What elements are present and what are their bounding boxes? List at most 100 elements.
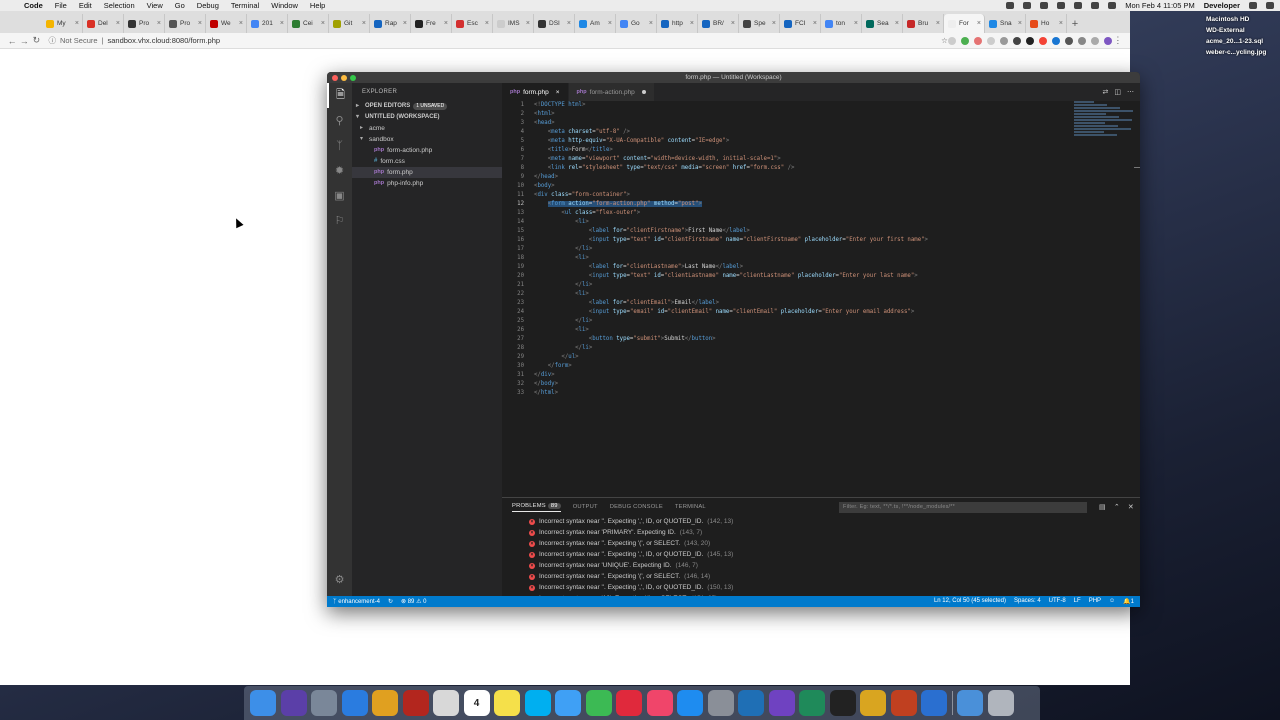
- extension-icon[interactable]: [1038, 36, 1047, 45]
- volume-icon[interactable]: [1108, 2, 1117, 9]
- close-tab-icon[interactable]: ×: [75, 20, 79, 27]
- edge-icon[interactable]: [921, 690, 947, 716]
- browser-tab[interactable]: Pro ×: [124, 14, 165, 33]
- problem-item[interactable]: × Incorrect syntax near 'PRIMARY'. Expect…: [502, 527, 1140, 538]
- close-tab-icon[interactable]: ×: [567, 20, 571, 27]
- info-icon[interactable]: ⓘ: [49, 35, 57, 46]
- finder-icon[interactable]: [250, 690, 276, 716]
- close-tab-icon[interactable]: ×: [936, 20, 940, 27]
- github-desktop-icon[interactable]: [768, 690, 795, 716]
- close-tab-icon[interactable]: ×: [280, 20, 284, 27]
- apple-icon[interactable]: [6, 2, 14, 10]
- back-icon[interactable]: ←: [6, 36, 18, 46]
- editor-tab[interactable]: php form.php ×: [502, 83, 569, 101]
- calendar-icon[interactable]: 4: [463, 690, 490, 716]
- launchpad-icon[interactable]: [311, 690, 337, 716]
- skype-icon[interactable]: [524, 690, 551, 716]
- cloud-icon[interactable]: [1023, 2, 1032, 9]
- notification-center-icon[interactable]: [1266, 2, 1274, 9]
- stickies-icon[interactable]: [494, 690, 520, 716]
- close-tab-icon[interactable]: ×: [854, 20, 858, 27]
- close-tab-icon[interactable]: ×: [239, 20, 243, 27]
- desktop-item[interactable]: weber-c...ycling.jpg: [1206, 47, 1278, 58]
- split-editor-icon[interactable]: ◫: [1114, 88, 1121, 96]
- user-name[interactable]: Developer: [1204, 1, 1240, 10]
- browser-tab[interactable]: Sna ×: [985, 14, 1026, 33]
- folder-sandbox[interactable]: ▾ sandbox: [352, 134, 502, 145]
- workspace-section[interactable]: ▾ UNTITLED (WORKSPACE): [352, 112, 502, 123]
- browser-tab[interactable]: http ×: [657, 14, 698, 33]
- browser-tab[interactable]: Del ×: [83, 14, 124, 33]
- open-editors-section[interactable]: ▸ OPEN EDITORS 1 UNSAVED: [352, 101, 502, 112]
- menu-item-selection[interactable]: Selection: [104, 1, 135, 10]
- tab-terminal[interactable]: TERMINAL: [675, 504, 706, 510]
- browser-tab[interactable]: Fre ×: [411, 14, 452, 33]
- new-tab-button[interactable]: +: [1067, 14, 1083, 33]
- desktop-item[interactable]: acme_20...1-23.sql: [1206, 36, 1278, 47]
- sync-icon[interactable]: ↻: [388, 598, 393, 605]
- file-form-php[interactable]: php form.php: [352, 167, 502, 178]
- browser-tab[interactable]: Rap ×: [370, 14, 411, 33]
- problem-item[interactable]: × Incorrect syntax near ''. Expecting '('…: [502, 571, 1140, 582]
- trash-icon[interactable]: [987, 690, 1014, 716]
- browser-tab[interactable]: For ×: [944, 14, 985, 33]
- problems-filter-input[interactable]: Filter. Eg: text, **/*.ts, !**/node_modu…: [839, 501, 1088, 513]
- desktop-item[interactable]: WD-External: [1206, 25, 1278, 36]
- encoding[interactable]: UTF-8: [1049, 598, 1066, 605]
- tab-problems[interactable]: PROBLEMS 89: [512, 502, 561, 512]
- flask-icon[interactable]: ⚐: [327, 208, 352, 233]
- menu-item-terminal[interactable]: Terminal: [231, 1, 259, 10]
- browser-tab[interactable]: Spe ×: [739, 14, 780, 33]
- terminal-icon[interactable]: [829, 690, 856, 716]
- notes-paper-icon[interactable]: [433, 690, 459, 716]
- editor-tab[interactable]: php form-action.php: [568, 83, 655, 101]
- close-tab-icon[interactable]: ×: [977, 20, 981, 27]
- close-tab-icon[interactable]: ×: [362, 20, 366, 27]
- file-php-info-php[interactable]: php php-info.php: [352, 178, 502, 189]
- messages-icon[interactable]: [555, 690, 581, 716]
- cursor-position[interactable]: Ln 12, Col 50 (45 selected): [934, 598, 1006, 605]
- dropbox-icon[interactable]: [1006, 2, 1015, 9]
- browser-tab[interactable]: Pro ×: [165, 14, 206, 33]
- source-control-icon[interactable]: ᛉ: [327, 133, 352, 158]
- timemachine-icon[interactable]: [1057, 2, 1066, 9]
- extension-icon[interactable]: [973, 36, 982, 45]
- browser-tab[interactable]: Ho ×: [1026, 14, 1067, 33]
- open-changes-icon[interactable]: ⇄: [1103, 88, 1109, 96]
- debug-icon[interactable]: ✹: [327, 158, 352, 183]
- extension-icon[interactable]: [1077, 36, 1086, 45]
- desktop-item[interactable]: Macintosh HD: [1206, 14, 1278, 25]
- more-actions-icon[interactable]: ⋯: [1127, 88, 1134, 96]
- maximize-panel-icon[interactable]: ⌃: [1114, 503, 1120, 511]
- facetime-icon[interactable]: [585, 690, 612, 716]
- close-tab-icon[interactable]: ×: [556, 89, 560, 96]
- tab-debug-console[interactable]: DEBUG CONSOLE: [610, 504, 663, 510]
- close-tab-icon[interactable]: ×: [526, 20, 530, 27]
- browser-tab[interactable]: Am ×: [575, 14, 616, 33]
- extensions-icon[interactable]: ▣: [327, 183, 352, 208]
- close-tab-icon[interactable]: ×: [649, 20, 653, 27]
- problem-item[interactable]: × Incorrect syntax near ''. Expecting ','…: [502, 582, 1140, 593]
- browser-tab[interactable]: ton ×: [821, 14, 862, 33]
- extension-icon[interactable]: [1064, 36, 1073, 45]
- close-panel-icon[interactable]: ✕: [1128, 503, 1134, 511]
- problem-item[interactable]: × Incorrect syntax near ''. Expecting '('…: [502, 538, 1140, 549]
- browser-tab[interactable]: 201 ×: [247, 14, 288, 33]
- extension-icon[interactable]: [1090, 36, 1099, 45]
- spotlight-icon[interactable]: [1249, 2, 1257, 9]
- minimap[interactable]: [1074, 101, 1134, 137]
- menu-item-edit[interactable]: Edit: [79, 1, 92, 10]
- close-tab-icon[interactable]: ×: [321, 20, 325, 27]
- unsaved-dot-icon[interactable]: [641, 90, 646, 94]
- menu-item-go[interactable]: Go: [175, 1, 185, 10]
- menu-item-view[interactable]: View: [147, 1, 163, 10]
- line-endings[interactable]: LF: [1074, 598, 1081, 605]
- browser-tab[interactable]: Cei ×: [288, 14, 329, 33]
- explorer-icon[interactable]: 🗎: [327, 83, 352, 108]
- problem-item[interactable]: × Incorrect syntax near 'UNIQUE'. Expecti…: [502, 560, 1140, 571]
- system-preferences-icon[interactable]: [707, 690, 734, 716]
- sequel-pro-icon[interactable]: [860, 690, 886, 716]
- clock[interactable]: Mon Feb 4 11:05 PM: [1125, 1, 1194, 10]
- bluetooth-icon[interactable]: [1074, 2, 1083, 9]
- browser-tab[interactable]: BR/ ×: [698, 14, 739, 33]
